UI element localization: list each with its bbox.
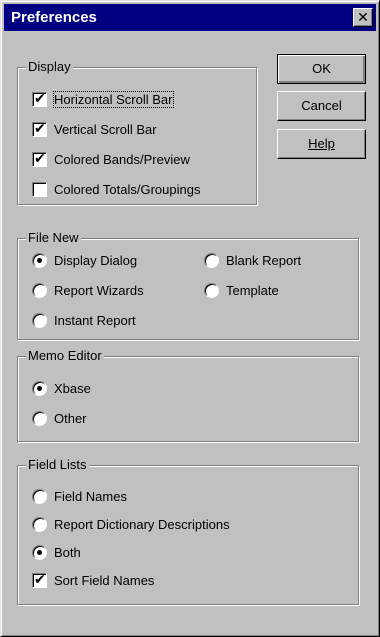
display-group: Display ✔ Horizontal Scroll Bar ✔ Vertic… xyxy=(17,59,257,205)
memo-editor-legend: Memo Editor xyxy=(26,348,104,364)
radio-button[interactable] xyxy=(32,252,47,268)
help-button-label: Help xyxy=(308,136,335,151)
field-lists-group: Field Lists Field Names Report Dictionar… xyxy=(17,457,359,605)
radio-blank-report[interactable]: Blank Report xyxy=(204,250,301,270)
radio-instant-report[interactable]: Instant Report xyxy=(32,310,136,330)
radio-label: Template xyxy=(226,282,279,298)
radio-report-wizards[interactable]: Report Wizards xyxy=(32,280,144,300)
radio-label: Display Dialog xyxy=(54,252,138,268)
radio-report-dictionary-descriptions[interactable]: Report Dictionary Descriptions xyxy=(32,514,230,534)
checkbox-colored-totals-groupings[interactable]: Colored Totals/Groupings xyxy=(32,179,200,199)
radio-button[interactable] xyxy=(32,544,47,560)
close-icon[interactable]: ✕ xyxy=(353,8,373,27)
radio-label: Field Names xyxy=(54,488,127,504)
radio-field-names[interactable]: Field Names xyxy=(32,486,127,506)
checkbox-label: Vertical Scroll Bar xyxy=(54,121,157,137)
radio-button[interactable] xyxy=(32,516,47,532)
checkbox-label: Colored Bands/Preview xyxy=(54,151,190,167)
check-icon: ✔ xyxy=(34,149,46,166)
radio-button[interactable] xyxy=(204,252,219,268)
radio-label: Report Dictionary Descriptions xyxy=(54,516,230,532)
checkbox-sort-field-names[interactable]: ✔ Sort Field Names xyxy=(32,570,154,590)
radio-button[interactable] xyxy=(32,312,47,328)
radio-both[interactable]: Both xyxy=(32,542,81,562)
checkbox-label: Colored Totals/Groupings xyxy=(54,181,201,197)
checkbox-box[interactable]: ✔ xyxy=(32,119,47,137)
radio-button[interactable] xyxy=(32,380,47,396)
radio-label: Instant Report xyxy=(54,312,136,328)
file-new-group: File New Display Dialog Report Wizards I… xyxy=(17,230,359,340)
display-legend: Display xyxy=(26,59,73,75)
checkbox-box[interactable]: ✔ xyxy=(32,149,47,167)
radio-other[interactable]: Other xyxy=(32,408,87,428)
radio-selected-dot xyxy=(37,257,42,263)
checkbox-vertical-scroll-bar[interactable]: ✔ Vertical Scroll Bar xyxy=(32,119,157,139)
radio-label: Blank Report xyxy=(226,252,302,268)
radio-display-dialog[interactable]: Display Dialog xyxy=(32,250,137,270)
checkbox-label: Horizontal Scroll Bar xyxy=(53,90,174,108)
radio-label: Report Wizards xyxy=(54,282,144,298)
cancel-button[interactable]: Cancel xyxy=(277,91,366,121)
radio-selected-dot xyxy=(37,549,42,555)
radio-selected-dot xyxy=(37,385,42,391)
preferences-dialog: Preferences ✕ Display ✔ Horizontal Scrol… xyxy=(0,0,380,637)
radio-label: Both xyxy=(54,544,81,560)
checkbox-colored-bands-preview[interactable]: ✔ Colored Bands/Preview xyxy=(32,149,190,169)
radio-label: Xbase xyxy=(54,380,91,396)
radio-button[interactable] xyxy=(32,410,47,426)
radio-label: Other xyxy=(54,410,87,426)
check-icon: ✔ xyxy=(34,119,46,136)
field-lists-legend: Field Lists xyxy=(26,457,89,473)
window-title: Preferences xyxy=(11,9,97,26)
radio-button[interactable] xyxy=(32,282,47,298)
radio-xbase[interactable]: Xbase xyxy=(32,378,91,398)
check-icon: ✔ xyxy=(34,570,46,587)
help-button[interactable]: Help xyxy=(277,129,366,159)
title-bar[interactable]: Preferences ✕ xyxy=(4,4,376,31)
check-icon: ✔ xyxy=(34,89,46,106)
checkbox-box[interactable]: ✔ xyxy=(32,570,47,588)
file-new-legend: File New xyxy=(26,230,81,246)
checkbox-label: Sort Field Names xyxy=(54,572,155,588)
checkbox-box[interactable] xyxy=(32,181,47,197)
ok-button[interactable]: OK xyxy=(277,54,366,84)
memo-editor-group: Memo Editor Xbase Other xyxy=(17,348,359,442)
radio-template[interactable]: Template xyxy=(204,280,279,300)
checkbox-box[interactable]: ✔ xyxy=(32,89,47,107)
checkbox-horizontal-scroll-bar[interactable]: ✔ Horizontal Scroll Bar xyxy=(32,89,174,109)
radio-button[interactable] xyxy=(204,282,219,298)
radio-button[interactable] xyxy=(32,488,47,504)
